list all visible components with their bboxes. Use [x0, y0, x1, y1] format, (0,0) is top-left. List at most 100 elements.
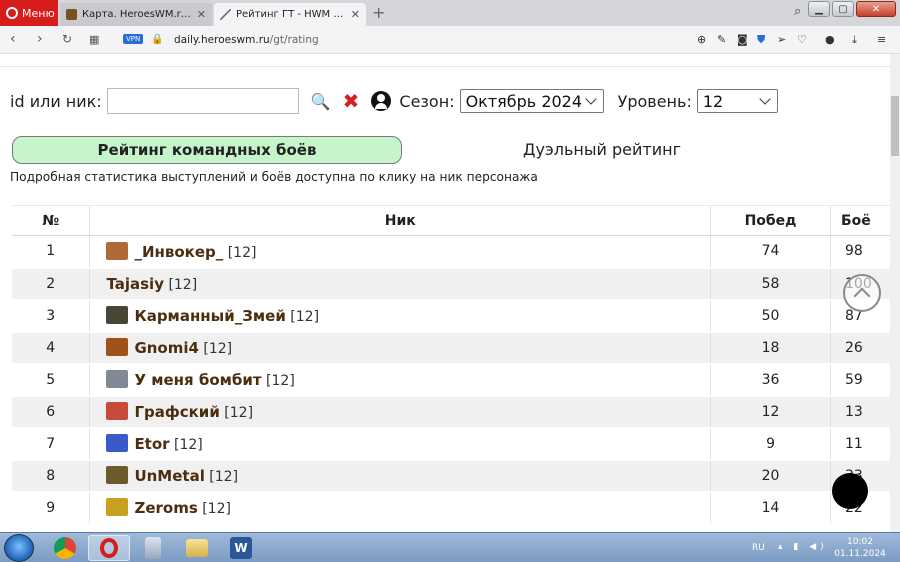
clock-time: 10:02 [847, 537, 873, 547]
table-row: 6 Графский [12] 12 13 [12, 395, 890, 429]
cell-wins: 9 [710, 427, 831, 461]
windows-taskbar: W RU ▴ ▮ ◀) 10:02 01.11.2024 [0, 532, 900, 562]
clock[interactable]: 10:02 01.11.2024 [832, 536, 888, 560]
player-avatar-icon [106, 370, 129, 388]
close-window-icon[interactable]: ✕ [856, 1, 896, 17]
cell-nick: Карманный_Змей [12] [89, 299, 712, 333]
close-tab-icon[interactable]: ✕ [197, 8, 206, 21]
cell-num: 1 [12, 235, 91, 269]
download-icon[interactable]: ⤓ [852, 33, 857, 47]
heart-icon[interactable]: ♡ [797, 33, 807, 46]
user-icon[interactable] [371, 91, 392, 111]
cell-num: 3 [12, 299, 91, 333]
browser-tab-strip: Меню Карта. HeroesWM.ru Герои ✕ Рейтинг … [0, 0, 900, 26]
level-value: 12 [702, 91, 724, 111]
lock-icon[interactable]: 🔒 [151, 34, 163, 45]
edit-icon[interactable]: ✎ [717, 33, 726, 46]
cell-wins: 18 [710, 331, 831, 365]
back-icon[interactable]: ‹ [10, 31, 16, 47]
opera-menu-button[interactable]: Меню [0, 0, 58, 26]
search-icon[interactable]: 🔍 [311, 92, 331, 111]
taskbar-explorer[interactable] [176, 535, 218, 561]
settings-icon[interactable]: ≡ [877, 33, 886, 46]
taskbar-opera[interactable] [88, 535, 130, 561]
cell-nick: Gnomi4 [12] [89, 331, 712, 365]
table-row: 1 _Инвокер_ [12] 74 98 [12, 235, 890, 269]
tabs-grid-icon[interactable]: ▦ [89, 33, 99, 46]
tray-icons[interactable]: ▴ ▮ ◀) [778, 542, 828, 552]
season-label: Сезон: [399, 91, 455, 111]
clear-icon[interactable]: ✖ [343, 89, 360, 113]
heroes-favicon-icon [66, 9, 77, 20]
profile-icon[interactable]: ● [825, 33, 835, 46]
header-nick[interactable]: Ник [89, 205, 712, 236]
tab-duel-rating[interactable]: Дуэльный рейтинг [523, 140, 681, 159]
player-nick-link[interactable]: _Инвокер_ [134, 243, 223, 261]
taskbar-calculator[interactable] [132, 535, 174, 561]
reload-icon[interactable]: ↻ [62, 32, 72, 46]
cell-num: 7 [12, 427, 91, 461]
new-tab-icon[interactable]: + [372, 3, 385, 22]
player-level: [12] [266, 373, 295, 389]
cell-num: 5 [12, 363, 91, 397]
url-field[interactable]: daily.heroeswm.ru/gt/rating [174, 34, 319, 46]
chrome-icon [54, 537, 76, 559]
player-nick-link[interactable]: Zeroms [134, 499, 197, 517]
forward-icon[interactable]: › [37, 31, 43, 47]
tab-title: Карта. HeroesWM.ru Герои [82, 9, 192, 20]
language-indicator[interactable]: RU [752, 543, 765, 553]
scroll-to-top-button[interactable] [843, 274, 881, 312]
chat-button[interactable] [832, 473, 868, 509]
filter-bar: id или ник: 🔍 ✖ Сезон: Октябрь 2024 Уров… [10, 88, 890, 114]
opera-icon [100, 538, 118, 558]
player-nick-link[interactable]: Gnomi4 [134, 339, 199, 357]
player-nick-link[interactable]: Карманный_Змей [134, 307, 285, 325]
level-label: Уровень: [617, 91, 692, 111]
rating-table: № Ник Побед Боё 1 _Инвокер_ [12] 74 98 2 Taja… [12, 205, 890, 525]
vpn-badge[interactable]: VPN [123, 34, 144, 44]
player-avatar-icon [106, 498, 129, 516]
player-nick-link[interactable]: Графский [134, 403, 219, 421]
tab-team-rating[interactable]: Рейтинг командных боёв [12, 136, 402, 164]
browser-tab-rating[interactable]: Рейтинг ГТ - HWM Daily ✕ [214, 3, 366, 26]
minimize-icon[interactable]: ▁ [808, 1, 830, 17]
table-row: 5У меня бомбит [12] 36 59 [12, 363, 890, 397]
table-row: 9Zeroms [12]1422 [12, 491, 890, 525]
table-row: 3 Карманный_Змей [12] 50 87 [12, 299, 890, 333]
scrollbar-thumb[interactable] [891, 96, 899, 156]
chevron-down-icon [584, 93, 597, 105]
chevron-down-icon [759, 93, 771, 105]
level-select[interactable]: 12 [696, 89, 778, 113]
maximize-icon[interactable]: ▢ [832, 1, 854, 17]
cell-nick: Графский [12] [89, 395, 712, 429]
tab-search-icon[interactable]: ⌕ [794, 4, 801, 19]
player-nick-link[interactable]: У меня бомбит [134, 371, 261, 389]
taskbar-chrome[interactable] [44, 535, 86, 561]
player-avatar-icon [106, 241, 129, 260]
header-num[interactable]: № [12, 205, 91, 236]
search-input[interactable] [106, 88, 299, 114]
season-value: Октябрь 2024 [465, 91, 583, 111]
cell-num: 6 [12, 395, 91, 429]
shield-icon[interactable]: ⛊ [757, 33, 765, 47]
send-icon[interactable]: ➢ [777, 33, 786, 46]
start-button[interactable] [4, 534, 34, 562]
sword-favicon-icon [220, 9, 231, 20]
player-nick-link[interactable]: Tajasiy [106, 275, 164, 293]
player-nick-link[interactable]: Etor [134, 435, 169, 453]
player-level: [12] [174, 437, 203, 453]
camera-icon[interactable]: ◙ [737, 33, 748, 46]
cell-nick: UnMetal [12] [89, 459, 712, 493]
browser-tab-map[interactable]: Карта. HeroesWM.ru Герои ✕ [60, 3, 212, 26]
taskbar-word[interactable]: W [220, 535, 262, 561]
player-nick-link[interactable]: UnMetal [134, 467, 204, 485]
player-avatar-icon [106, 466, 129, 484]
header-wins[interactable]: Побед [710, 205, 831, 236]
season-select[interactable]: Октябрь 2024 [459, 89, 604, 113]
close-tab-icon[interactable]: ✕ [351, 8, 360, 21]
url-path: /gt/rating [269, 34, 319, 46]
table-row: 8UnMetal [12]2033 [12, 459, 890, 493]
zoom-icon[interactable]: ⊕ [697, 33, 706, 46]
header-fights[interactable]: Боё [830, 205, 890, 236]
player-level: [12] [209, 469, 239, 485]
